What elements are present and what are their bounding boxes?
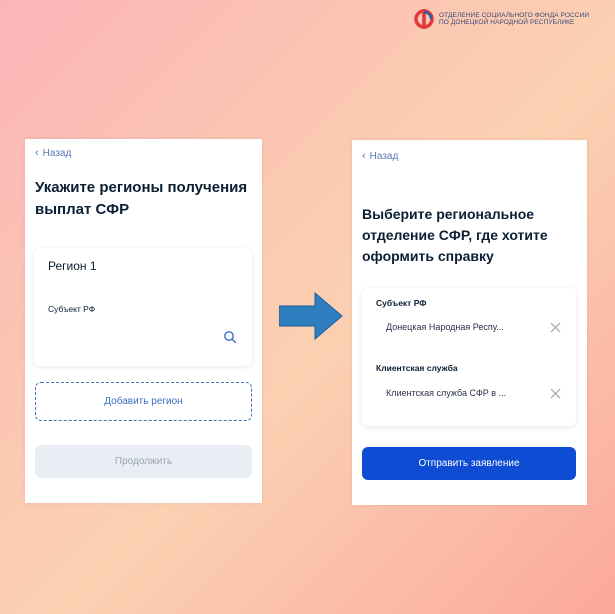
submit-application-button[interactable]: Отправить заявление [362,447,576,480]
region-card: Регион 1 Субъект РФ [34,248,252,366]
back-label: Назад [42,147,72,159]
subject-search-input[interactable] [44,318,244,352]
office-card: Субъект РФ Донецкая Народная Респу... Кл… [362,288,576,426]
subject-field-label: Субъект РФ [376,298,427,308]
search-icon[interactable] [223,330,237,344]
region-title: Регион 1 [48,259,97,273]
arrow-right-icon [279,292,343,340]
continue-button[interactable]: Продолжить [35,445,252,478]
add-region-button[interactable]: Добавить регион [35,382,252,421]
page-title: Укажите регионы получения выплат СФР [35,177,247,221]
service-field-label: Клиентская служба [376,363,458,373]
logo-text: ОТДЕЛЕНИЕ СОЦИАЛЬНОГО ФОНДА РОССИИ ПО ДО… [439,12,589,27]
title-line-3: оформить справку [362,248,494,264]
subject-select[interactable]: Донецкая Народная Респу... [372,314,568,340]
logo-line-1: ОТДЕЛЕНИЕ СОЦИАЛЬНОГО ФОНДА РОССИИ [439,11,590,19]
screen-office: ‹ Назад Выберите региональное отделение … [352,140,587,505]
back-link[interactable]: ‹ Назад [362,150,398,162]
back-link[interactable]: ‹ Назад [35,147,71,159]
subject-value: Донецкая Народная Респу... [386,322,504,332]
clear-icon[interactable] [550,322,561,333]
back-label: Назад [369,150,399,162]
title-line-2: отделение СФР, где хотите [362,227,548,243]
clear-icon[interactable] [550,388,561,399]
chevron-left-icon: ‹ [362,150,366,162]
logo-line-2: ПО ДОНЕЦКОЙ НАРОДНОЙ РЕСПУБЛИКЕ [439,19,575,26]
title-line-1: Выберите региональное [362,206,535,222]
service-select[interactable]: Клиентская служба СФР в ... [372,380,568,406]
page-title: Выберите региональное отделение СФР, где… [362,204,548,267]
subject-field-label: Субъект РФ [48,304,96,314]
sfr-logo: ОТДЕЛЕНИЕ СОЦИАЛЬНОГО ФОНДА РОССИИ ПО ДО… [413,8,589,30]
sfr-logo-icon [414,9,434,29]
screen-regions: ‹ Назад Укажите регионы получения выплат… [25,139,262,503]
chevron-left-icon: ‹ [35,147,39,159]
title-line-2: выплат СФР [35,201,130,218]
service-value: Клиентская служба СФР в ... [386,388,507,398]
title-line-1: Укажите регионы получения [35,179,248,196]
